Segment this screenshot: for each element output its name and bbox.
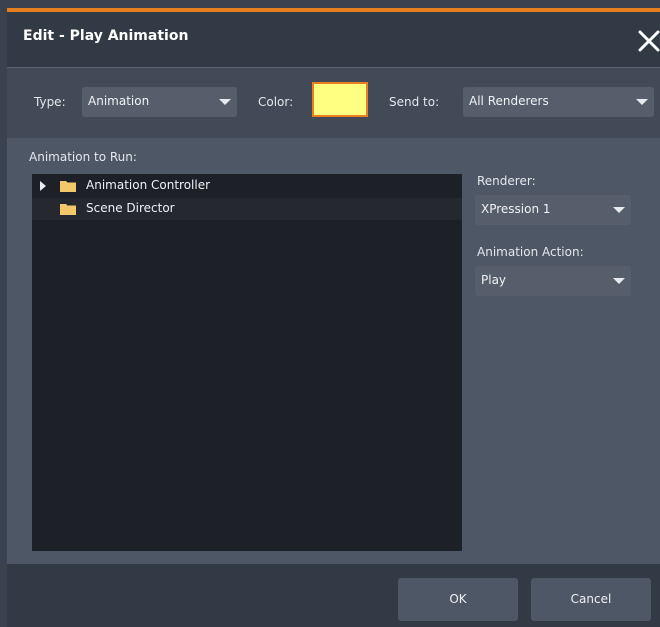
chevron-down-icon xyxy=(613,278,625,284)
type-dropdown[interactable]: Animation xyxy=(82,87,237,117)
color-label: Color: xyxy=(258,95,294,109)
animation-action-dropdown[interactable]: Play xyxy=(475,266,631,296)
tree-item-label: Animation Controller xyxy=(86,178,211,192)
tree-item-scene-director[interactable]: Scene Director xyxy=(32,198,462,220)
type-dropdown-value: Animation xyxy=(88,94,150,108)
title-bar: Edit - Play Animation xyxy=(7,12,660,67)
dialog-title: Edit - Play Animation xyxy=(23,28,189,44)
chevron-down-icon xyxy=(613,207,625,213)
tree-item-label: Scene Director xyxy=(86,201,175,215)
folder-icon xyxy=(60,204,76,215)
animation-to-run-label: Animation to Run: xyxy=(29,150,137,164)
type-label: Type: xyxy=(34,95,66,109)
send-to-dropdown-value: All Renderers xyxy=(469,94,549,108)
send-to-dropdown[interactable]: All Renderers xyxy=(463,87,654,117)
renderer-dropdown[interactable]: XPression 1 xyxy=(475,195,631,225)
tree-item-animation-controller[interactable]: Animation Controller xyxy=(32,175,462,197)
animation-action-dropdown-value: Play xyxy=(481,273,507,287)
chevron-down-icon xyxy=(219,99,231,105)
animation-action-label: Animation Action: xyxy=(477,245,584,259)
renderer-dropdown-value: XPression 1 xyxy=(481,202,551,216)
cancel-button[interactable]: Cancel xyxy=(531,578,651,621)
folder-icon xyxy=(60,181,76,192)
chevron-down-icon xyxy=(636,99,648,105)
edit-play-animation-dialog: Edit - Play Animation Type: Animation Co… xyxy=(0,0,660,627)
expand-arrow-icon[interactable] xyxy=(40,181,46,191)
animation-tree[interactable]: Animation Controller Scene Director xyxy=(32,174,462,551)
close-icon[interactable] xyxy=(637,29,660,53)
renderer-label: Renderer: xyxy=(477,174,536,188)
color-swatch[interactable] xyxy=(312,82,368,117)
ok-button[interactable]: OK xyxy=(398,578,518,621)
send-to-label: Send to: xyxy=(389,95,440,109)
